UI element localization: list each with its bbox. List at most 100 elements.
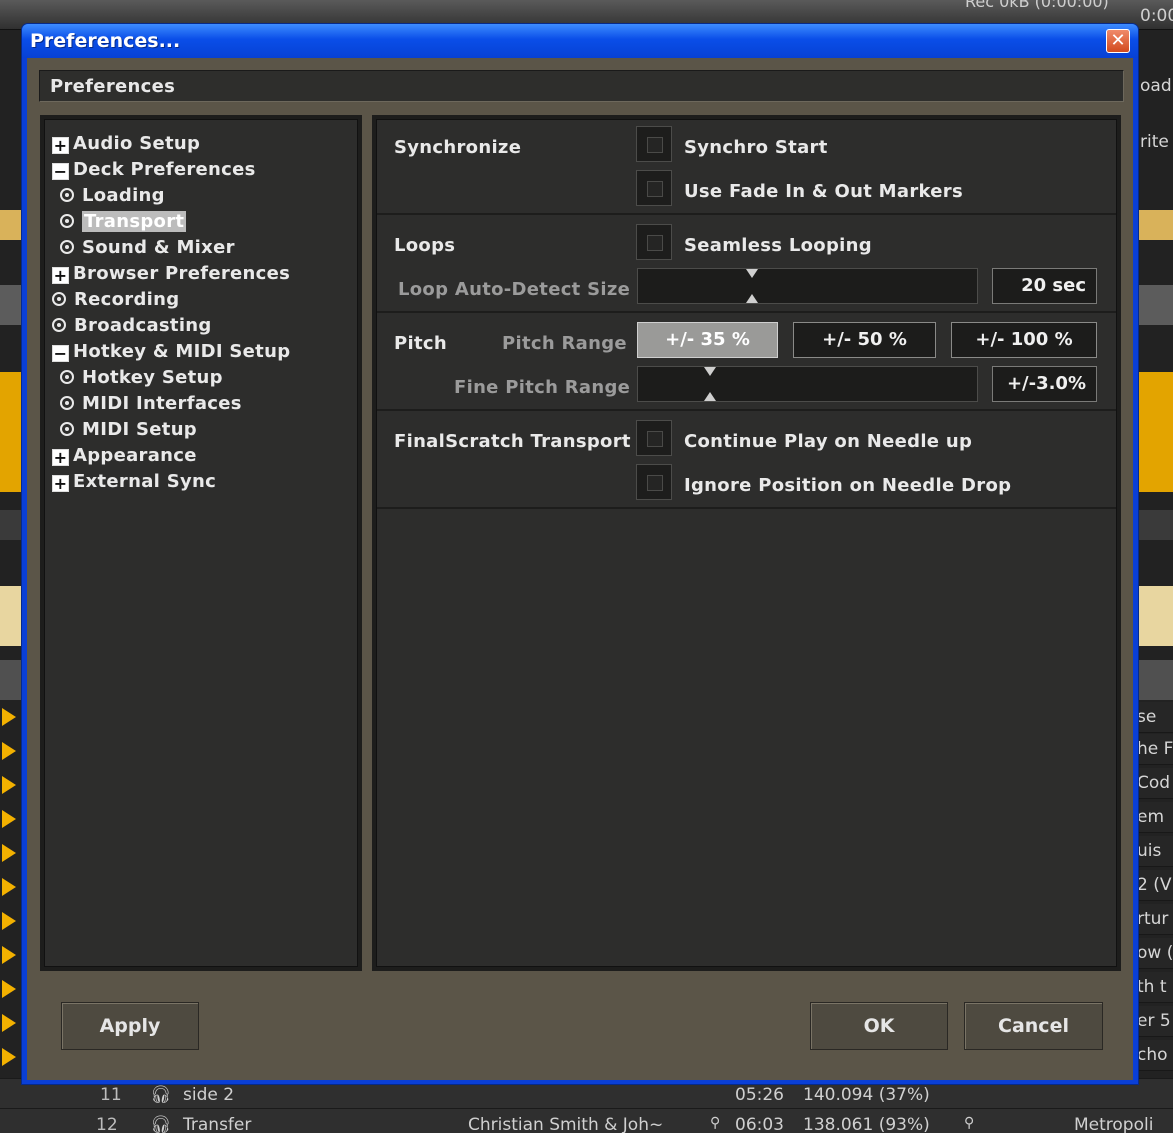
tree-item-loading[interactable]: Loading bbox=[60, 185, 165, 209]
slider-handle[interactable] bbox=[745, 269, 759, 303]
tree-item-label: Audio Setup bbox=[73, 133, 201, 154]
apply-button[interactable]: Apply bbox=[61, 1002, 199, 1050]
section-divider bbox=[377, 311, 1116, 313]
bullet-icon bbox=[60, 370, 74, 384]
tree-item-external-sync[interactable]: + External Sync bbox=[52, 471, 216, 495]
window-title: Preferences... bbox=[30, 30, 181, 52]
tree-item-label: External Sync bbox=[73, 471, 217, 492]
background-label-write: rite bbox=[1140, 132, 1169, 152]
ignore-position-checkbox[interactable] bbox=[636, 464, 672, 500]
title-bar[interactable]: Preferences... ✕ bbox=[22, 24, 1138, 58]
tree-item-hotkey-midi-setup[interactable]: − Hotkey & MIDI Setup bbox=[52, 341, 290, 365]
tree-item-label: Deck Preferences bbox=[73, 159, 256, 180]
background-list-item: ow ( bbox=[1137, 938, 1173, 969]
tree-item-appearance[interactable]: + Appearance bbox=[52, 445, 197, 469]
section-divider bbox=[377, 507, 1116, 509]
background-list-item: 2 (V bbox=[1137, 870, 1173, 901]
background-time: 0:00 bbox=[1140, 6, 1173, 26]
tree-item-hotkey-setup[interactable]: Hotkey Setup bbox=[60, 367, 223, 391]
tree-item-deck-preferences[interactable]: − Deck Preferences bbox=[52, 159, 256, 183]
background-record-status: Rec 0kB (0:00:00) bbox=[965, 0, 1109, 11]
background-list-item: em bbox=[1137, 802, 1173, 833]
tree-item-audio-setup[interactable]: + Audio Setup bbox=[52, 133, 200, 157]
continue-play-checkbox[interactable] bbox=[636, 420, 672, 456]
pitch-label: Pitch bbox=[394, 333, 447, 354]
background-list-item: uis bbox=[1137, 836, 1173, 867]
tree-item-label: Transport bbox=[82, 211, 187, 232]
seamless-looping-label: Seamless Looping bbox=[684, 235, 872, 256]
bullet-icon bbox=[60, 188, 74, 202]
play-arrow-icon bbox=[2, 946, 16, 964]
synchro-start-checkbox[interactable] bbox=[636, 126, 672, 162]
fine-pitch-range-slider[interactable] bbox=[637, 366, 978, 402]
tree-item-label: Loading bbox=[82, 185, 165, 206]
track-time: 06:03 bbox=[735, 1115, 784, 1133]
ok-button[interactable]: OK bbox=[810, 1002, 948, 1050]
tree-item-recording[interactable]: Recording bbox=[52, 289, 179, 313]
collapse-icon[interactable]: − bbox=[52, 163, 69, 180]
loop-auto-detect-label: Loop Auto-Detect Size bbox=[398, 279, 631, 300]
seamless-looping-checkbox[interactable] bbox=[636, 224, 672, 260]
search-icon[interactable]: ⚲ bbox=[964, 1115, 974, 1131]
pitch-range-50-button[interactable]: +/- 50 % bbox=[793, 322, 936, 358]
headphone-icon: 🎧︎ bbox=[150, 1085, 172, 1105]
loop-auto-detect-slider[interactable] bbox=[637, 268, 978, 304]
cancel-button[interactable]: Cancel bbox=[964, 1002, 1103, 1050]
continue-play-label: Continue Play on Needle up bbox=[684, 431, 973, 452]
tree-item-transport[interactable]: Transport bbox=[60, 211, 187, 235]
tree-item-broadcasting[interactable]: Broadcasting bbox=[52, 315, 212, 339]
preferences-dialog: Preferences... ✕ Preferences + Audio Setu… bbox=[22, 24, 1138, 1084]
background-list-item: er 5 bbox=[1137, 1006, 1173, 1037]
tree-item-sound-mixer[interactable]: Sound & Mixer bbox=[60, 237, 235, 261]
background-list-item: th t bbox=[1137, 972, 1173, 1003]
slider-handle[interactable] bbox=[703, 367, 717, 401]
bullet-icon bbox=[52, 292, 66, 306]
close-icon: ✕ bbox=[1110, 30, 1126, 51]
play-arrow-icon bbox=[2, 844, 16, 862]
table-row[interactable]: 12 🎧︎ Transfer Christian Smith & Joh~ ⚲ … bbox=[0, 1108, 1173, 1133]
track-bpm: 140.094 (37%) bbox=[803, 1085, 930, 1105]
play-arrow-icon bbox=[2, 1014, 16, 1032]
tree-item-midi-setup[interactable]: MIDI Setup bbox=[60, 419, 197, 443]
section-divider bbox=[377, 213, 1116, 215]
play-arrow-icon bbox=[2, 776, 16, 794]
expand-icon[interactable]: + bbox=[52, 267, 69, 284]
bullet-icon bbox=[60, 422, 74, 436]
expand-icon[interactable]: + bbox=[52, 449, 69, 466]
tree-item-label: MIDI Interfaces bbox=[82, 393, 242, 414]
tree-item-label: Browser Preferences bbox=[73, 263, 291, 284]
tree-item-label: MIDI Setup bbox=[82, 419, 197, 440]
expand-icon[interactable]: + bbox=[52, 475, 69, 492]
bullet-icon bbox=[60, 396, 74, 410]
expand-icon[interactable]: + bbox=[52, 137, 69, 154]
pitch-range-100-button[interactable]: +/- 100 % bbox=[951, 322, 1097, 358]
play-arrow-icon bbox=[2, 742, 16, 760]
tree-list: + Audio Setup − Deck Preferences Loading T… bbox=[44, 119, 358, 967]
background-list-item: rtur bbox=[1137, 904, 1173, 935]
tree-item-label: Broadcasting bbox=[74, 315, 212, 336]
track-artist: Christian Smith & Joh~ bbox=[468, 1115, 664, 1133]
section-divider bbox=[377, 409, 1116, 411]
track-number: 11 bbox=[100, 1085, 122, 1105]
pitch-range-35-button[interactable]: +/- 35 % bbox=[637, 322, 778, 358]
fade-markers-checkbox[interactable] bbox=[636, 170, 672, 206]
preferences-tree: + Audio Setup − Deck Preferences Loading T… bbox=[40, 115, 362, 971]
finalscratch-label: FinalScratch Transport bbox=[394, 431, 631, 452]
collapse-icon[interactable]: − bbox=[52, 345, 69, 362]
track-bpm: 138.061 (93%) bbox=[803, 1115, 930, 1133]
tree-item-label: Hotkey Setup bbox=[82, 367, 223, 388]
play-arrow-icon bbox=[2, 810, 16, 828]
track-title: Transfer bbox=[183, 1115, 252, 1133]
play-arrow-icon bbox=[2, 912, 16, 930]
tree-item-label: Appearance bbox=[73, 445, 197, 466]
track-label: Metropoli bbox=[1074, 1115, 1154, 1133]
bullet-icon bbox=[52, 318, 66, 332]
preferences-header-label: Preferences bbox=[50, 76, 176, 97]
tree-item-midi-interfaces[interactable]: MIDI Interfaces bbox=[60, 393, 242, 417]
play-arrow-icon bbox=[2, 878, 16, 896]
search-icon[interactable]: ⚲ bbox=[710, 1115, 720, 1131]
loop-auto-detect-value: 20 sec bbox=[992, 268, 1097, 304]
background-list-item: Cod bbox=[1137, 768, 1173, 799]
close-button[interactable]: ✕ bbox=[1106, 29, 1130, 53]
tree-item-browser-preferences[interactable]: + Browser Preferences bbox=[52, 263, 290, 287]
